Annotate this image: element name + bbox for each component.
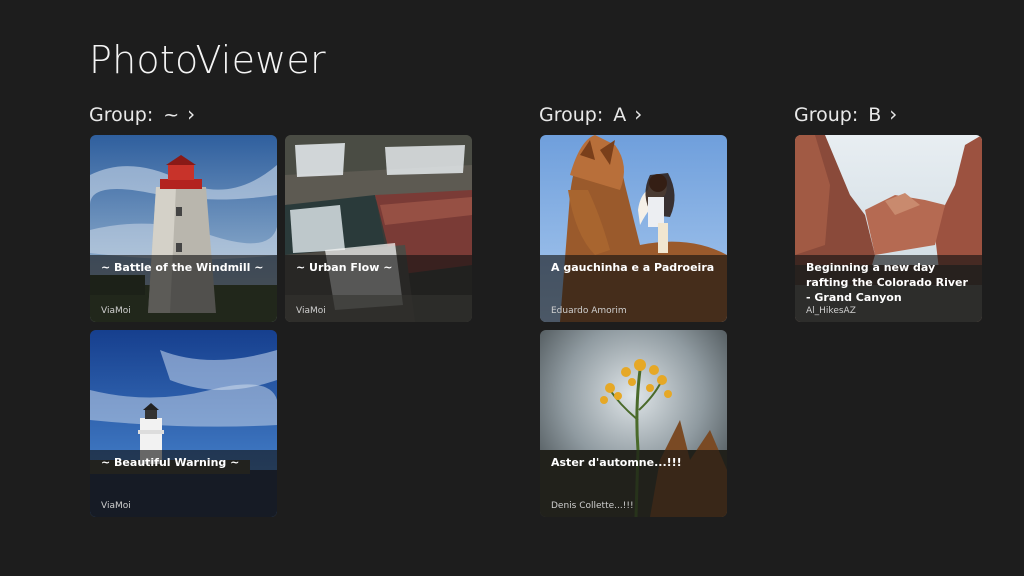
group-header-tilde[interactable]: Group: ~ › (89, 100, 195, 128)
chevron-right-icon: › (634, 102, 643, 126)
photo-tile[interactable]: Aster d'automne...!!! Denis Collette...!… (540, 330, 727, 517)
app-title: PhotoViewer (89, 38, 326, 82)
photo-tile[interactable]: ~ Battle of the Windmill ~ ViaMoi (90, 135, 277, 322)
group-label: Group: (539, 104, 604, 126)
photo-author: ViaMoi (101, 306, 131, 316)
photo-author: Eduardo Amorim (551, 306, 627, 316)
photo-title: A gauchinha e a Padroeira (551, 261, 715, 274)
chevron-right-icon: › (187, 102, 196, 126)
group-header-a[interactable]: Group: A › (539, 100, 642, 128)
photo-author: ViaMoi (296, 306, 326, 316)
photo-tile[interactable]: A gauchinha e a Padroeira Eduardo Amorim (540, 135, 727, 322)
photo-tile[interactable]: Beginning a new day rafting the Colorado… (795, 135, 982, 322)
group-label: Group: (89, 104, 154, 126)
photo-title: Aster d'automne...!!! (551, 456, 682, 469)
chevron-right-icon: › (889, 102, 898, 126)
photo-author: ViaMoi (101, 501, 131, 511)
group-key: B (868, 104, 882, 126)
photo-tile[interactable]: ~ Urban Flow ~ ViaMoi (285, 135, 472, 322)
photo-title: ~ Beautiful Warning ~ (101, 456, 240, 469)
photo-title: Beginning a new day rafting the Colorado… (806, 261, 968, 304)
group-key: ~ (163, 104, 180, 126)
group-key: A (613, 104, 627, 126)
photo-title: ~ Urban Flow ~ (296, 261, 393, 274)
group-header-b[interactable]: Group: B › (794, 100, 897, 128)
group-label: Group: (794, 104, 859, 126)
photo-title: ~ Battle of the Windmill ~ (101, 261, 264, 274)
photo-author: Denis Collette...!!! (551, 501, 634, 511)
photo-tile[interactable]: ~ Beautiful Warning ~ ViaMoi (90, 330, 277, 517)
photo-viewer-app: PhotoViewer Group: ~ › Group: A › Group: B › (0, 0, 1024, 576)
photo-author: Al_HikesAZ (806, 306, 856, 316)
